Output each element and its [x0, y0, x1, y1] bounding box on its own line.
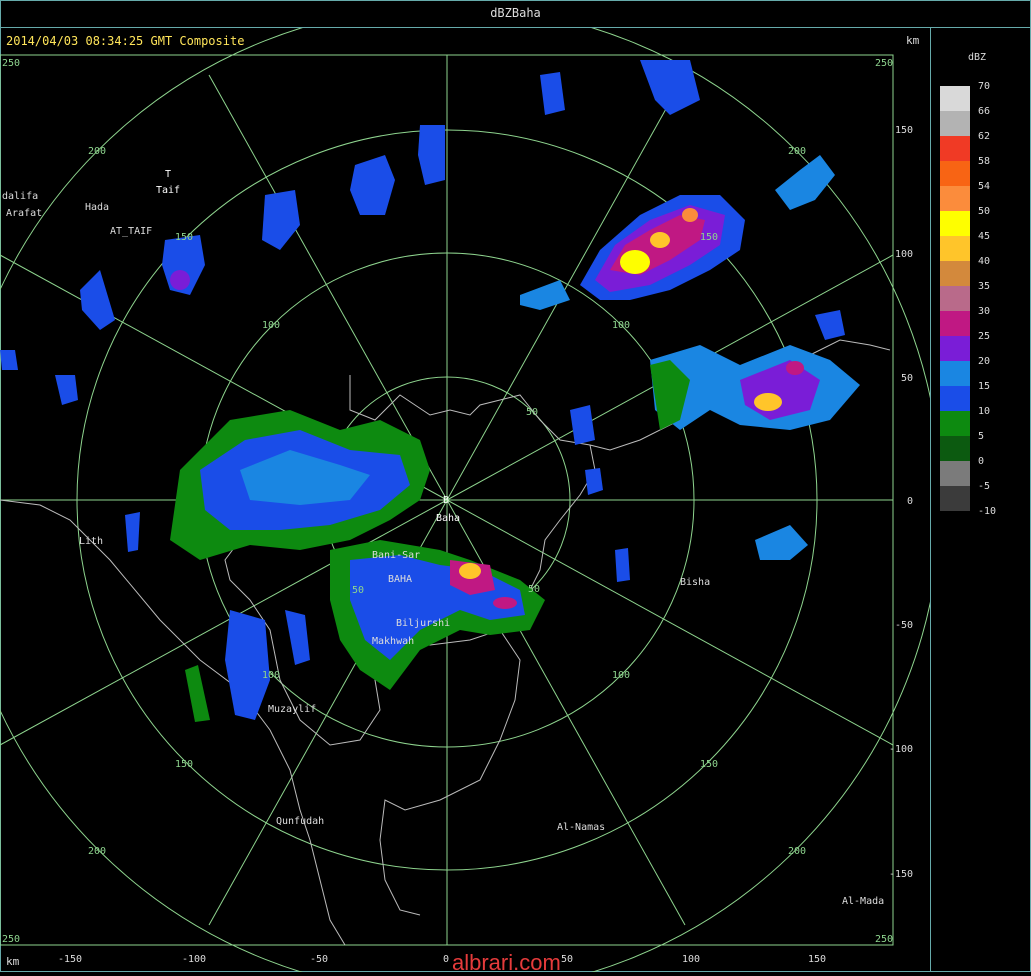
- legend-labels: 70 66 62 58 54 50 45 40 35 30 25 20 15 10 5 0 -5 -10: [978, 82, 996, 532]
- y-tick-label: -150: [889, 869, 913, 880]
- legend-label: 10: [978, 406, 991, 417]
- city-label-makhwah: Makhwah: [372, 636, 414, 647]
- legend-label: 66: [978, 106, 991, 117]
- ring-label: 200: [788, 146, 806, 157]
- ring-label: 200: [88, 846, 106, 857]
- city-label-muzaylif: Muzaylif: [268, 704, 316, 715]
- legend-label: 62: [978, 131, 991, 142]
- watermark: albrari.com: [452, 950, 561, 975]
- legend-label: 35: [978, 281, 991, 292]
- km-unit-label: km: [906, 34, 920, 47]
- legend-label: 70: [978, 81, 991, 92]
- x-tick-label: 150: [808, 954, 826, 965]
- legend-swatch: [940, 161, 970, 186]
- scan-timestamp: 2014/04/03 08:34:25 GMT Composite: [6, 34, 245, 48]
- ring-label: 200: [88, 146, 106, 157]
- ring-label: 50: [528, 584, 540, 595]
- legend-swatch: [940, 286, 970, 311]
- legend-swatch: [940, 236, 970, 261]
- ring-label: 200: [788, 846, 806, 857]
- legend-swatch: [940, 486, 970, 511]
- city-label-hada: Hada: [85, 202, 109, 213]
- legend-swatch: [940, 411, 970, 436]
- legend-title: dBZ: [968, 52, 987, 63]
- city-label-b-mark: B: [443, 495, 449, 506]
- y-tick-label: 150: [895, 125, 913, 136]
- ring-label: 100: [262, 320, 280, 331]
- ring-label: 250: [875, 934, 893, 945]
- city-label-baha-upper: BAHA: [388, 574, 412, 585]
- legend-label: 25: [978, 331, 991, 342]
- legend-swatch: [940, 261, 970, 286]
- legend-label: 50: [978, 206, 991, 217]
- radar-display[interactable]: -150 -100 -50 0 50 100 150 150 100 50 0 …: [0, 28, 930, 972]
- legend-swatch: [940, 186, 970, 211]
- y-tick-label: 100: [895, 249, 913, 260]
- legend-label: 5: [978, 431, 985, 442]
- legend-label: 15: [978, 381, 991, 392]
- city-label-arafat: Arafat: [6, 208, 42, 219]
- city-label-baha: Baha: [436, 513, 460, 524]
- legend-swatch: [940, 461, 970, 486]
- ring-label: 150: [175, 232, 193, 243]
- x-tick-label: -150: [58, 954, 82, 965]
- legend-label: 20: [978, 356, 991, 367]
- legend-swatch: [940, 86, 970, 111]
- ring-label: 150: [700, 232, 718, 243]
- city-label-bisha: Bisha: [680, 577, 710, 588]
- city-label-bani-sar: Bani-Sar: [372, 550, 420, 561]
- city-label-t-mark: T: [165, 169, 171, 180]
- legend-swatch: [940, 336, 970, 361]
- km-unit-label: km: [6, 955, 20, 968]
- legend-swatch: [940, 436, 970, 461]
- y-tick-label: 0: [907, 496, 913, 507]
- y-tick-label: -50: [895, 620, 913, 631]
- ring-label: 100: [612, 670, 630, 681]
- map-outlines: [0, 339, 891, 946]
- x-tick-label: 100: [682, 954, 700, 965]
- legend-label: -10: [978, 506, 997, 517]
- ring-label: 250: [2, 58, 20, 69]
- legend-label: 58: [978, 156, 991, 167]
- city-label-al-namas: Al-Namas: [557, 822, 605, 833]
- legend-label: 54: [978, 181, 991, 192]
- ring-label: 100: [612, 320, 630, 331]
- ring-label: 250: [2, 934, 20, 945]
- city-label-qunfudah: Qunfudah: [276, 816, 324, 827]
- legend-label: 45: [978, 231, 991, 242]
- city-label-at-taif: AT_TAIF: [110, 226, 152, 237]
- legend-label: 40: [978, 256, 991, 267]
- city-label-biljurshi: Biljurshi: [396, 618, 450, 629]
- city-label-taif: Taif: [156, 185, 180, 196]
- legend-swatch: [940, 361, 970, 386]
- legend-swatch: [940, 386, 970, 411]
- ring-label: 150: [175, 759, 193, 770]
- x-tick-label: -50: [310, 954, 328, 965]
- ring-label: 50: [352, 585, 364, 596]
- ring-label: 50: [526, 407, 538, 418]
- ring-label: 100: [262, 670, 280, 681]
- y-tick-label: 50: [901, 373, 913, 384]
- window-title: dBZBaha: [0, 0, 1031, 28]
- legend-label: -5: [978, 481, 991, 492]
- ring-label: 150: [700, 759, 718, 770]
- legend-swatch: [940, 111, 970, 136]
- legend-label: 30: [978, 306, 991, 317]
- y-tick-label: -100: [889, 744, 913, 755]
- ring-label: 250: [875, 58, 893, 69]
- city-label-al-mada: Al-Mada: [842, 896, 884, 907]
- x-tick-label: -100: [182, 954, 206, 965]
- x-tick-label: 50: [561, 954, 573, 965]
- x-tick-label: 0: [443, 954, 449, 965]
- legend-label: 0: [978, 456, 985, 467]
- legend-swatch: [940, 136, 970, 161]
- legend-swatch: [940, 211, 970, 236]
- city-label-dalifa: dalifa: [2, 191, 38, 202]
- city-label-lith: Lith: [79, 536, 103, 547]
- legend-colorbar: [940, 86, 970, 511]
- legend-swatch: [940, 311, 970, 336]
